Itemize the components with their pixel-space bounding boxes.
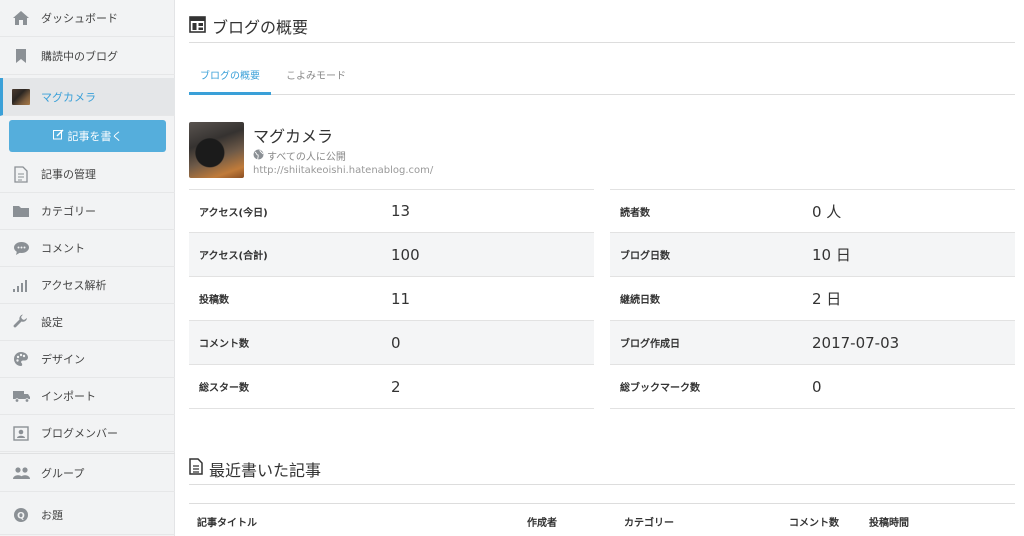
stat-value: 2 日 [812,290,842,308]
sidebar-item-label: ブログメンバー [41,427,118,440]
recent-articles-header: 最近書いた記事 [189,453,1015,485]
stats-table-right: 読者数 0 人 ブログ日数 10 日 継続日数 2 日 ブログ作成日 2017-… [610,189,1015,409]
stat-row-posts: 投稿数 11 [189,277,594,321]
stat-value: 13 [391,202,411,220]
stats-table-left: アクセス(今日) 13 アクセス(合計) 100 投稿数 11 コメント数 0 … [189,189,594,409]
sidebar-item-label: 記事の管理 [41,168,96,181]
document-icon [11,164,31,184]
stat-value: 0 人 [812,202,842,221]
stat-row-stars: 総スター数 2 [189,365,594,409]
column-header-posted-time[interactable]: 投稿時間 [869,514,909,529]
visibility-label: すべての人に公開 [267,152,346,163]
wrench-icon [11,312,31,332]
column-header-author[interactable]: 作成者 [527,514,557,529]
stat-row-access-today: アクセス(今日) 13 [189,189,594,233]
edit-icon [52,129,64,143]
sidebar-item-label: ダッシュボード [41,12,118,25]
page-header: ブログの概要 [189,10,1015,43]
column-header-category[interactable]: カテゴリー [624,514,674,529]
sidebar-item-theme[interactable]: Q お題 [0,495,175,535]
write-article-button[interactable]: 記事を書く [9,120,166,152]
stat-label: ブログ作成日 [620,339,680,350]
blog-name: マグカメラ [253,127,334,146]
blog-thumbnail [189,122,244,178]
page-title: ブログの概要 [212,18,309,37]
sidebar-item-current-blog[interactable]: マグカメラ [0,78,175,116]
bookmark-icon [11,46,31,66]
sidebar-item-articles[interactable]: 記事の管理 [0,156,175,193]
articles-table-header: 記事タイトル 作成者 カテゴリー コメント数 投稿時間 [189,503,1015,536]
stat-value: 11 [391,289,411,308]
sidebar-item-categories[interactable]: カテゴリー [0,193,175,230]
globe-icon [253,149,264,163]
stat-label: アクセス(今日) [199,207,268,219]
stat-value: 2017-07-03 [812,333,900,352]
sidebar-item-label: 設定 [41,316,63,329]
stat-value: 0 [812,377,822,396]
sidebar-item-label: インポート [41,390,96,403]
blog-thumbnail-icon [11,87,31,107]
stat-label: 総ブックマーク数 [620,383,700,394]
stat-value: 100 [391,245,420,264]
stat-row-blog-days: ブログ日数 10 日 [610,233,1015,277]
tab-bar: ブログの概要 こよみモード [189,62,1015,95]
stat-label: 投稿数 [199,295,229,306]
stat-label: ブログ日数 [620,251,670,262]
sidebar-item-comments[interactable]: コメント [0,230,175,267]
document-icon [189,458,203,479]
sidebar-item-dashboard[interactable]: ダッシュボード [0,0,175,37]
sidebar-item-import[interactable]: インポート [0,378,175,415]
stat-label: 総スター数 [199,383,249,394]
blog-info: マグカメラ すべての人に公開 http://shiitakeoishi.hate… [189,122,789,182]
blog-visibility: すべての人に公開 [253,148,346,163]
member-card-icon [11,423,31,443]
sidebar-item-label: アクセス解析 [41,279,107,292]
truck-icon [11,386,31,406]
stat-row-access-total: アクセス(合計) 100 [189,233,594,277]
blog-url-link[interactable]: http://shiitakeoishi.hatenablog.com/ [253,165,433,176]
stat-label: 継続日数 [620,295,660,306]
sidebar-item-settings[interactable]: 設定 [0,304,175,341]
dashboard-layout-icon [189,15,206,37]
stat-label: コメント数 [199,339,249,350]
sidebar-item-label: 購読中のブログ [41,50,118,63]
users-icon [11,463,31,483]
stat-value: 10 日 [812,246,851,264]
stat-row-readers: 読者数 0 人 [610,189,1015,233]
stat-value: 2 [391,377,401,396]
bar-chart-icon [11,275,31,295]
stat-row-streak-days: 継続日数 2 日 [610,277,1015,321]
sidebar-item-label: デザイン [41,353,85,366]
stat-row-created-date: ブログ作成日 2017-07-03 [610,321,1015,365]
stat-row-comments: コメント数 0 [189,321,594,365]
sidebar-item-label: グループ [41,466,85,480]
column-header-comments[interactable]: コメント数 [789,514,839,529]
theme-q-icon: Q [11,505,31,525]
palette-icon [11,349,31,369]
stat-row-bookmarks: 総ブックマーク数 0 [610,365,1015,409]
write-article-label: 記事を書く [67,130,123,143]
sidebar-item-analytics[interactable]: アクセス解析 [0,267,175,304]
stat-value: 0 [391,333,401,352]
comment-icon [11,238,31,258]
sidebar-item-label: コメント [41,242,85,255]
sidebar-item-design[interactable]: デザイン [0,341,175,378]
home-icon [11,8,31,28]
svg-text:Q: Q [17,511,25,521]
sidebar-item-label: お題 [41,508,63,522]
recent-articles-title: 最近書いた記事 [209,460,322,480]
tab-overview[interactable]: ブログの概要 [189,62,271,95]
sidebar-item-groups[interactable]: グループ [0,453,175,492]
sidebar-item-label: マグカメラ [41,90,96,104]
column-header-title[interactable]: 記事タイトル [197,514,257,529]
sidebar: ダッシュボード 購読中のブログ マグカメラ 記事を書く 記事の管理 カテゴリー … [0,0,175,536]
stat-label: アクセス(合計) [199,251,268,262]
sidebar-item-subscriptions[interactable]: 購読中のブログ [0,38,175,75]
sidebar-item-label: カテゴリー [41,205,96,218]
stat-label: 読者数 [620,207,650,219]
tab-calendar-mode[interactable]: こよみモード [275,62,357,95]
folder-icon [11,201,31,221]
sidebar-item-members[interactable]: ブログメンバー [0,415,175,452]
